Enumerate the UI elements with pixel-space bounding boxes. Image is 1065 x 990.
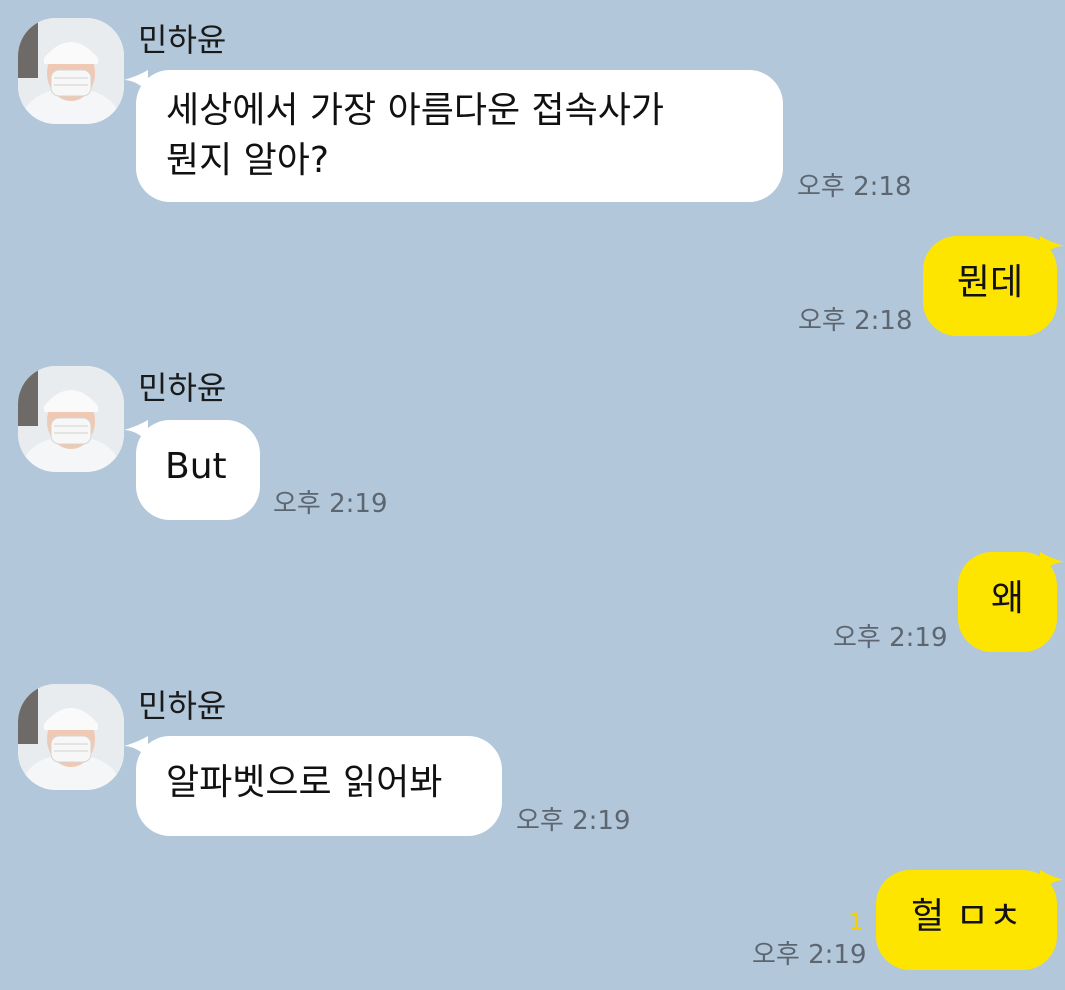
message-bubble-incoming[interactable]: 세상에서 가장 아름다운 접속사가 뭔지 알아?	[136, 70, 783, 202]
message-text: 알파벳으로 읽어봐	[166, 762, 443, 803]
message-bubble-outgoing[interactable]: 헐 ㅁㅊ	[876, 870, 1057, 970]
message-text: But	[165, 446, 227, 487]
message-timestamp: 오후 2:19	[752, 940, 867, 970]
bubble-tail	[1040, 552, 1064, 574]
message-line: 세상에서 가장 아름다운 접속사가	[166, 90, 665, 131]
message-timestamp: 오후 2:18	[798, 306, 913, 336]
message-timestamp: 오후 2:19	[833, 623, 948, 653]
message-text: 뭔데	[956, 262, 1024, 303]
sender-name: 민하윤	[138, 687, 227, 725]
message-timestamp: 오후 2:18	[797, 172, 912, 202]
message-line: 뭔지 알아?	[166, 140, 330, 181]
message-bubble-outgoing[interactable]: 뭔데	[923, 236, 1057, 336]
message-bubble-incoming[interactable]: But	[136, 420, 260, 520]
profile-photo-avatar-icon	[18, 684, 124, 790]
profile-photo-avatar-icon	[18, 18, 124, 124]
profile-photo-avatar-icon	[18, 366, 124, 472]
message-text: 왜	[990, 578, 1025, 619]
sender-avatar[interactable]	[18, 366, 124, 472]
sender-name: 민하윤	[138, 21, 227, 59]
sender-avatar[interactable]	[18, 18, 124, 124]
message-text: 헐 ㅁㅊ	[911, 896, 1022, 937]
message-timestamp: 오후 2:19	[273, 489, 388, 519]
sender-avatar[interactable]	[18, 684, 124, 790]
message-timestamp: 오후 2:19	[516, 806, 631, 836]
bubble-tail	[1040, 236, 1064, 258]
bubble-tail	[1040, 870, 1064, 892]
unread-count: 1	[848, 908, 864, 936]
message-bubble-incoming[interactable]: 알파벳으로 읽어봐	[136, 736, 502, 836]
sender-name: 민하윤	[138, 369, 227, 407]
